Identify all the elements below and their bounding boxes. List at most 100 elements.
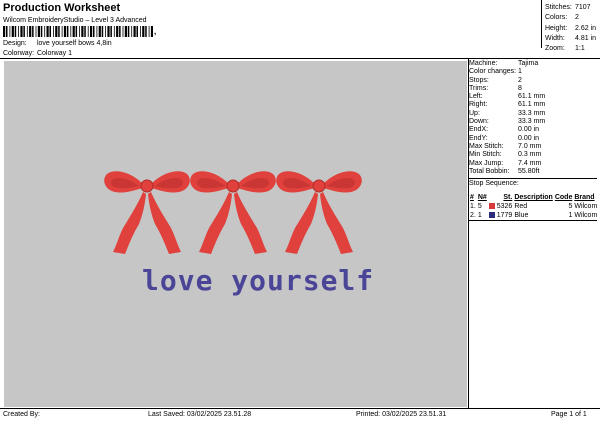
stat-value: 2	[575, 14, 579, 22]
property-label: Total Bobbin:	[469, 167, 510, 175]
stop-sequence-table: # N# St. Description Code Brand 1. 5 532…	[469, 194, 598, 220]
created-by: Created By:	[3, 411, 40, 418]
row-description: Blue	[514, 212, 529, 219]
stat-value: 7107	[575, 4, 591, 11]
property-row: Trims: 8	[469, 85, 597, 93]
stat-label: Zoom:	[545, 45, 565, 53]
table-header-row: # N# St. Description Code Brand	[469, 194, 598, 202]
design-row: Design: love yourself bows 4,8in	[3, 40, 112, 47]
row-brand: Wilcom	[574, 203, 598, 210]
row-brand: Wilcom	[574, 212, 598, 219]
property-row: Stops: 2	[469, 77, 597, 85]
property-row: Left: 61.1 mm	[469, 93, 597, 101]
property-label: Right:	[469, 101, 488, 109]
property-row: EndY: 0.00 in	[469, 135, 597, 143]
stat-stitches: Stitches: 7107	[545, 3, 596, 13]
worksheet-title: Production Worksheet	[3, 2, 121, 14]
property-label: Left:	[469, 93, 483, 101]
properties-divider	[469, 178, 597, 180]
embroidery-design: love yourself	[103, 170, 373, 297]
stat-height: Height: 2.62 in	[545, 24, 596, 34]
design-preview: love yourself	[4, 61, 467, 407]
property-label: Max Stitch:	[469, 142, 504, 150]
property-label: Up:	[469, 109, 480, 117]
property-row: Color changes: 1	[469, 68, 597, 76]
footer-divider	[0, 408, 600, 409]
property-value: 61.1 mm	[518, 101, 546, 109]
row-stitches: 1779	[496, 212, 513, 219]
col-code: Code	[554, 194, 573, 201]
row-number: 2.	[470, 212, 476, 219]
stat-value: 1:1	[575, 45, 585, 53]
property-label: Down:	[469, 118, 489, 126]
stat-label: Width:	[545, 34, 565, 42]
property-label: EndX:	[469, 126, 489, 134]
property-value: 7.4 mm	[518, 159, 542, 167]
property-value: 8	[518, 84, 522, 92]
col-brand: Brand	[574, 194, 595, 201]
colorway-value: Colorway 1	[36, 50, 72, 57]
stat-value: 2.62 in	[575, 24, 597, 32]
row-description: Red	[514, 203, 528, 210]
barcode-image	[3, 26, 153, 37]
stat-label: Stitches:	[545, 4, 572, 11]
property-value: 7.0 mm	[518, 142, 542, 150]
property-row: Total Bobbin: 55.80ft	[469, 168, 597, 176]
col-description: Description	[514, 194, 553, 201]
row-needle: 5	[477, 203, 482, 210]
property-row: Machine: Tajima	[469, 60, 597, 68]
property-row: Right: 61.1 mm	[469, 101, 597, 109]
stats-divider	[541, 0, 542, 48]
property-row: Down: 33.3 mm	[469, 118, 597, 126]
design-value: love yourself bows 4,8in	[36, 40, 112, 47]
software-subtitle: Wilcom EmbroideryStudio – Level 3 Advanc…	[3, 17, 147, 24]
stat-label: Height:	[545, 24, 568, 32]
col-stitches: St.	[503, 194, 513, 201]
properties-panel: Machine: Tajima Color changes: 1 Stops: 2 Trim…	[469, 60, 597, 188]
barcode-suffix: ,	[154, 27, 157, 36]
colorway-label: Colorway:	[3, 50, 35, 57]
color-swatch	[488, 211, 495, 218]
property-value: 61.1 mm	[518, 93, 546, 101]
property-label: Stops:	[469, 76, 489, 84]
property-value: 0.00 in	[518, 126, 540, 134]
property-value: 33.3 mm	[518, 118, 546, 126]
property-row: Min Stitch: 0.3 mm	[469, 151, 597, 159]
property-value: Tajima	[518, 60, 539, 67]
row-code: 5	[568, 203, 573, 210]
property-label: Max Jump:	[469, 159, 504, 167]
property-row: Max Stitch: 7.0 mm	[469, 143, 597, 151]
property-label: Trims:	[469, 84, 489, 92]
stat-zoom: Zoom: 1:1	[545, 44, 596, 54]
color-swatch	[488, 202, 495, 209]
bow-left	[103, 170, 191, 255]
table-bottom-rule	[469, 220, 597, 221]
table-row: 2. 1 1779 Blue 1 Wilcom	[469, 211, 598, 220]
stat-value: 4.81 in	[575, 34, 597, 42]
stop-sequence-label: Stop Sequence:	[469, 180, 519, 188]
table-row: 1. 5 5326 Red 5 Wilcom	[469, 202, 598, 211]
page-number: Page 1 of 1	[551, 411, 587, 418]
bow-right	[275, 170, 363, 255]
property-value: 0.00 in	[518, 134, 540, 142]
design-label: Design:	[3, 40, 27, 47]
last-saved: Last Saved: 03/02/2025 23.51.28	[148, 411, 252, 418]
stat-colors: Colors: 2	[545, 13, 596, 23]
bow-middle	[189, 170, 277, 255]
row-number: 1.	[470, 203, 476, 210]
row-stitches: 5326	[496, 203, 513, 210]
property-label: Color changes:	[469, 68, 517, 76]
property-row: EndX: 0.00 in	[469, 126, 597, 134]
property-label: Min Stitch:	[469, 151, 502, 159]
colorway-row: Colorway: Colorway 1	[3, 50, 72, 57]
stat-width: Width: 4.81 in	[545, 34, 596, 44]
col-number: #	[470, 194, 474, 201]
property-value: 55.80ft	[518, 167, 540, 175]
property-label: EndY:	[469, 134, 488, 142]
row-stitches-cell: 5326	[488, 202, 514, 211]
stats-panel: Stitches: 7107 Colors: 2 Height: 2.62 in Wi…	[545, 3, 596, 54]
property-label: Machine:	[469, 60, 498, 67]
row-needle: 1	[477, 212, 482, 219]
row-stitches-cell: 1779	[488, 211, 514, 220]
row-code: 1	[568, 212, 573, 219]
